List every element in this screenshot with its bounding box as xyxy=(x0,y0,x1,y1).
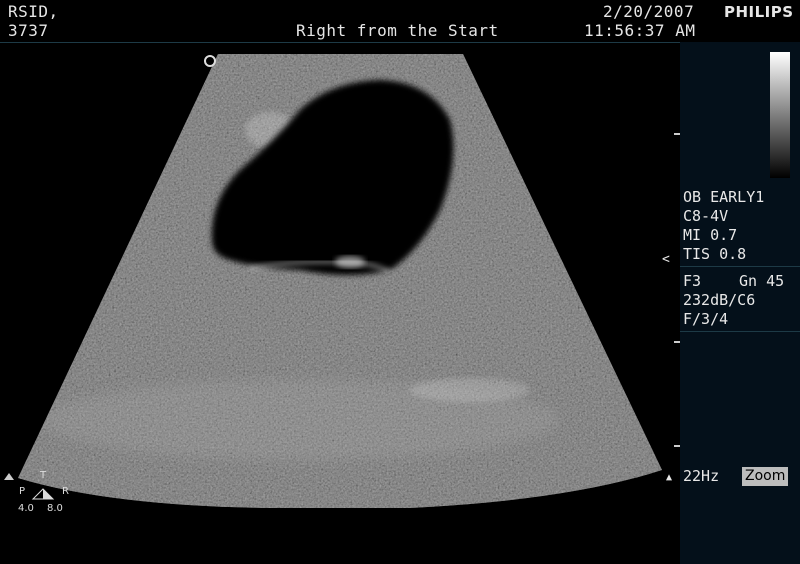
depth-tick xyxy=(674,445,680,447)
orientation-t-label: T xyxy=(40,470,47,481)
probe-name: C8-4V xyxy=(683,207,729,225)
panel-divider xyxy=(680,266,800,267)
depth-marker-icon xyxy=(4,473,14,480)
frame-rate: 22Hz xyxy=(683,467,720,485)
orientation-r-label: R xyxy=(62,486,69,497)
focus-marker: < xyxy=(662,252,670,267)
orientation-p-label: P xyxy=(19,486,26,497)
frame-setting: F/3/4 xyxy=(683,310,729,328)
gain-setting: Gn 45 xyxy=(739,272,785,290)
exam-preset: OB EARLY1 xyxy=(683,188,765,206)
depth-tick xyxy=(674,341,680,343)
scale-left-value: 4.0 xyxy=(18,503,34,514)
depth-tick xyxy=(674,133,680,135)
grayscale-bar xyxy=(770,52,790,178)
dynamic-range: 232dB/C6 xyxy=(683,291,756,309)
panel-divider xyxy=(680,331,800,332)
thermal-index: TIS 0.8 xyxy=(683,245,747,263)
scale-right-value: 8.0 xyxy=(47,503,63,514)
rate-marker-icon: ▲ xyxy=(666,472,673,483)
mechanical-index: MI 0.7 xyxy=(683,226,738,244)
orientation-marker-icon xyxy=(204,55,216,67)
ultrasound-image xyxy=(4,54,662,508)
zoom-indicator: Zoom xyxy=(742,467,789,486)
frequency-setting: F3 xyxy=(683,272,702,290)
brand-logo: PHILIPS xyxy=(724,3,794,21)
